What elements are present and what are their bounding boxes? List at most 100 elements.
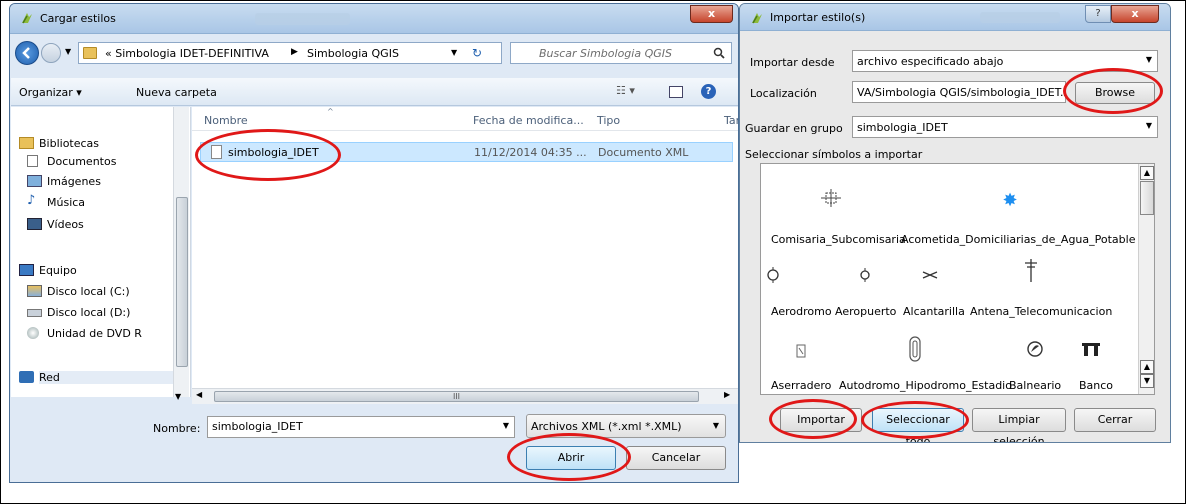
nav-scroll-down-icon[interactable]: ▼: [175, 392, 181, 401]
network-icon: [19, 371, 34, 383]
scroll-down-icon[interactable]: ▼: [1140, 374, 1154, 388]
symbol-label-aerodromo[interactable]: Aerodromo: [771, 305, 832, 318]
symbol-label-autodromo[interactable]: Autodromo_Hipodromo_Estadio: [839, 379, 1012, 392]
group-dropdown-icon[interactable]: ▼: [1146, 121, 1152, 130]
computer-icon: [19, 264, 34, 276]
help-icon[interactable]: ?: [701, 84, 716, 99]
import-dialog-titlebar[interactable]: Importar estilo(s) ? x: [740, 4, 1170, 31]
nav-disk-d[interactable]: Disco local (D:): [27, 306, 130, 319]
documents-icon: [27, 155, 38, 167]
disk-c-icon: [27, 285, 42, 297]
symbol-scroll-thumb[interactable]: [1140, 181, 1154, 215]
balneario-symbol-icon[interactable]: [1025, 340, 1045, 362]
scroll-left-icon[interactable]: ◀: [196, 390, 202, 399]
address-bar[interactable]: « Simbologia IDET-DEFINITIVA ▶ Simbologi…: [78, 42, 502, 64]
browse-button[interactable]: Browse: [1075, 82, 1155, 104]
symbol-label-balneario[interactable]: Balneario: [1009, 379, 1061, 392]
import-from-select[interactable]: archivo especificado abajo ▼: [852, 50, 1158, 72]
breadcrumb-current[interactable]: Simbologia QGIS: [307, 47, 399, 60]
symbol-label-alcantarilla[interactable]: Alcantarilla: [903, 305, 965, 318]
file-type-filter[interactable]: Archivos XML (*.xml *.XML) ▼: [526, 414, 726, 438]
import-from-dropdown-icon[interactable]: ▼: [1146, 55, 1152, 64]
symbol-label-banco[interactable]: Banco: [1079, 379, 1113, 392]
symbol-label-comisaria[interactable]: Comisaria_Subcomisaria: [771, 233, 906, 246]
symbol-label-aeropuerto[interactable]: Aeropuerto: [835, 305, 896, 318]
symbol-list-scrollbar[interactable]: ▲ ▲ ▼: [1138, 164, 1154, 394]
scroll-up-icon[interactable]: ▲: [1140, 166, 1154, 180]
nav-scroll-thumb[interactable]: [176, 197, 188, 367]
nav-music[interactable]: ♪ Música: [27, 193, 85, 209]
nav-documents[interactable]: Documentos: [27, 155, 116, 168]
videos-icon: [27, 218, 42, 230]
col-date[interactable]: Fecha de modifica...: [473, 114, 584, 127]
scroll-down-a-icon[interactable]: ▲: [1140, 360, 1154, 374]
disk-d-icon: [27, 309, 42, 317]
filter-dropdown-icon[interactable]: ▼: [713, 421, 719, 430]
forward-button[interactable]: [41, 43, 61, 63]
nav-dvd[interactable]: Unidad de DVD R: [27, 327, 142, 340]
preview-pane-icon[interactable]: [669, 86, 683, 98]
refresh-icon[interactable]: ↻: [472, 46, 482, 60]
close-window-button[interactable]: x: [690, 5, 733, 23]
import-button[interactable]: Importar: [780, 408, 862, 432]
close-button[interactable]: Cerrar: [1074, 408, 1156, 432]
import-dialog-title: Importar estilo(s): [770, 11, 866, 24]
location-input[interactable]: VA/Simbologia QGIS/simbologia_IDET.xml: [852, 81, 1066, 103]
nav-scrollbar[interactable]: [173, 107, 189, 397]
views-icon[interactable]: ☷ ▾: [616, 84, 635, 97]
symbol-label-acometida[interactable]: Acometida_Domiciliarias_de_Agua_Potable: [901, 233, 1135, 246]
organize-menu[interactable]: Organizar ▾: [19, 86, 82, 99]
open-file-dialog: Cargar estilos x ▼ « Simbologia IDET-DEF…: [9, 3, 739, 483]
open-dialog-titlebar[interactable]: Cargar estilos x: [10, 4, 738, 34]
search-box[interactable]: Buscar Simbologia QGIS: [510, 42, 732, 64]
filename-input[interactable]: simbologia_IDET ▼: [207, 416, 515, 438]
nav-computer[interactable]: Equipo: [19, 264, 77, 277]
col-type[interactable]: Tipo: [597, 114, 620, 127]
nav-videos[interactable]: Vídeos: [27, 218, 84, 231]
back-button[interactable]: [15, 41, 39, 65]
blurred-tab: [255, 13, 350, 25]
sort-arrow-icon: ^: [327, 107, 334, 116]
command-bar: Organizar ▾ Nueva carpeta ☷ ▾ ?: [11, 78, 738, 106]
antena-symbol-icon[interactable]: [1019, 257, 1043, 287]
col-size[interactable]: Tar: [724, 114, 738, 127]
nav-images[interactable]: Imágenes: [27, 175, 101, 188]
new-folder-button[interactable]: Nueva carpeta: [136, 86, 217, 99]
comisaria-symbol-icon[interactable]: [816, 188, 846, 212]
nav-libraries[interactable]: Bibliotecas: [19, 137, 99, 150]
h-scroll-thumb[interactable]: III: [214, 391, 699, 402]
acometida-symbol-icon[interactable]: ✸: [995, 190, 1025, 211]
col-name[interactable]: Nombre: [204, 114, 248, 127]
open-dialog-title: Cargar estilos: [40, 12, 116, 25]
blurred-tab: [980, 12, 1060, 23]
address-dropdown-icon[interactable]: ▼: [451, 48, 457, 57]
help-button[interactable]: ?: [1085, 5, 1111, 23]
banco-symbol-icon[interactable]: [1079, 340, 1103, 362]
filename-dropdown-icon[interactable]: ▼: [503, 421, 509, 430]
symbol-label-aserradero[interactable]: Aserradero: [771, 379, 831, 392]
group-select[interactable]: simbologia_IDET ▼: [852, 116, 1158, 138]
nav-disk-c[interactable]: Disco local (C:): [27, 285, 130, 298]
file-row[interactable]: simbologia_IDET 11/12/2014 04:35 ... Doc…: [200, 142, 733, 162]
horizontal-scrollbar[interactable]: ◀ III ▶: [192, 388, 738, 404]
history-dropdown-icon[interactable]: ▼: [65, 47, 71, 56]
breadcrumb-parent[interactable]: « Simbologia IDET-DEFINITIVA: [105, 47, 269, 60]
scroll-right-icon[interactable]: ▶: [724, 390, 730, 399]
aserradero-symbol-icon[interactable]: [791, 344, 811, 362]
search-icon[interactable]: [713, 47, 725, 59]
aeropuerto-symbol-icon[interactable]: [853, 265, 877, 289]
folder-icon: [83, 47, 97, 59]
alcantarilla-symbol-icon[interactable]: [918, 265, 942, 289]
autodromo-symbol-icon[interactable]: [905, 336, 925, 366]
import-style-dialog: Importar estilo(s) ? x Importar desde ar…: [739, 3, 1171, 443]
clear-selection-button[interactable]: Limpiar selección: [972, 408, 1066, 442]
nav-network[interactable]: Red: [19, 371, 179, 384]
open-button[interactable]: Abrir: [526, 446, 616, 470]
symbol-label-antena[interactable]: Antena_Telecomunicacion: [970, 305, 1112, 318]
close-window-button[interactable]: x: [1111, 5, 1159, 23]
cancel-button[interactable]: Cancelar: [626, 446, 726, 470]
aerodromo-symbol-icon[interactable]: [761, 265, 785, 289]
select-all-button[interactable]: Seleccionar todo: [872, 408, 964, 442]
file-date: 11/12/2014 04:35 ...: [474, 146, 587, 159]
group-label: Guardar en grupo: [745, 122, 843, 135]
